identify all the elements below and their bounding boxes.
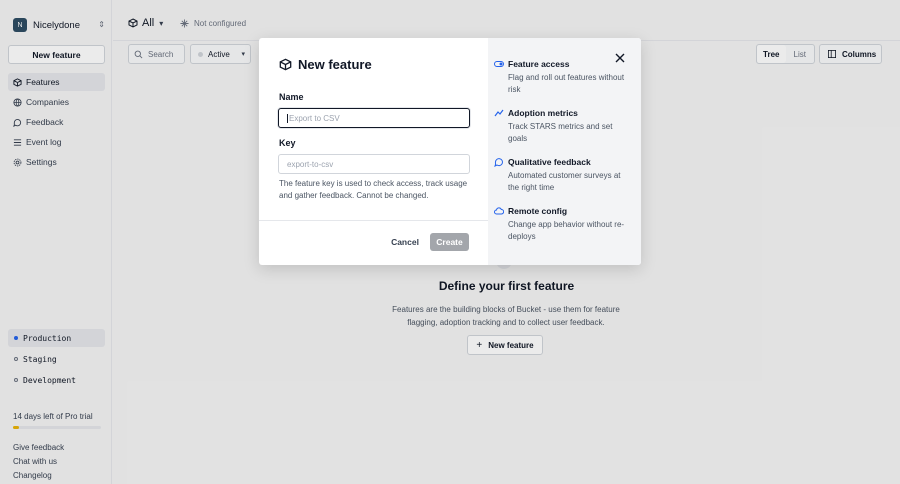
- new-feature-modal: New feature Name Export to CSV Key expor…: [259, 38, 641, 265]
- name-field[interactable]: Export to CSV: [278, 108, 470, 128]
- benefit-description: Flag and roll out features without risk: [508, 73, 625, 94]
- key-hint: The feature key is used to check access,…: [279, 179, 468, 200]
- benefit-title-text: Adoption metrics: [508, 108, 578, 118]
- benefit-feature-access: Feature access Flag and roll out feature…: [494, 59, 633, 96]
- cancel-button[interactable]: Cancel: [386, 233, 424, 251]
- benefit-description: Automated customer surveys at the right …: [508, 171, 621, 192]
- feedback-icon: [494, 158, 503, 167]
- name-label: Name: [279, 92, 304, 102]
- cloud-icon: [494, 207, 504, 215]
- modal-benefits-panel: Feature access Flag and roll out feature…: [488, 38, 641, 265]
- key-placeholder: export-to-csv: [287, 159, 334, 169]
- modal-title-text: New feature: [298, 57, 372, 72]
- benefit-title: Qualitative feedback: [494, 157, 633, 167]
- benefit-description: Track STARS metrics and set goals: [508, 122, 613, 143]
- benefit-title-text: Remote config: [508, 206, 568, 216]
- benefit-title: Feature access: [494, 59, 633, 69]
- benefit-remote-config: Remote config Change app behavior withou…: [494, 206, 633, 243]
- key-field[interactable]: export-to-csv: [278, 154, 470, 174]
- chart-icon: [494, 109, 504, 117]
- toggle-icon: [494, 61, 504, 67]
- benefit-qualitative-feedback: Qualitative feedback Automated customer …: [494, 157, 633, 194]
- text-caret: [287, 113, 288, 123]
- benefit-adoption-metrics: Adoption metrics Track STARS metrics and…: [494, 108, 633, 145]
- create-button[interactable]: Create: [430, 233, 469, 251]
- features-icon: [279, 58, 292, 71]
- benefit-title: Remote config: [494, 206, 633, 216]
- name-placeholder: Export to CSV: [289, 113, 340, 123]
- benefit-title-text: Qualitative feedback: [508, 157, 591, 167]
- modal-title: New feature: [279, 57, 372, 72]
- benefit-description: Change app behavior without re-deploys: [508, 220, 625, 241]
- benefit-title-text: Feature access: [508, 59, 570, 69]
- key-label: Key: [279, 138, 296, 148]
- benefit-title: Adoption metrics: [494, 108, 633, 118]
- modal-form: New feature Name Export to CSV Key expor…: [259, 38, 488, 265]
- modal-divider: [259, 220, 488, 221]
